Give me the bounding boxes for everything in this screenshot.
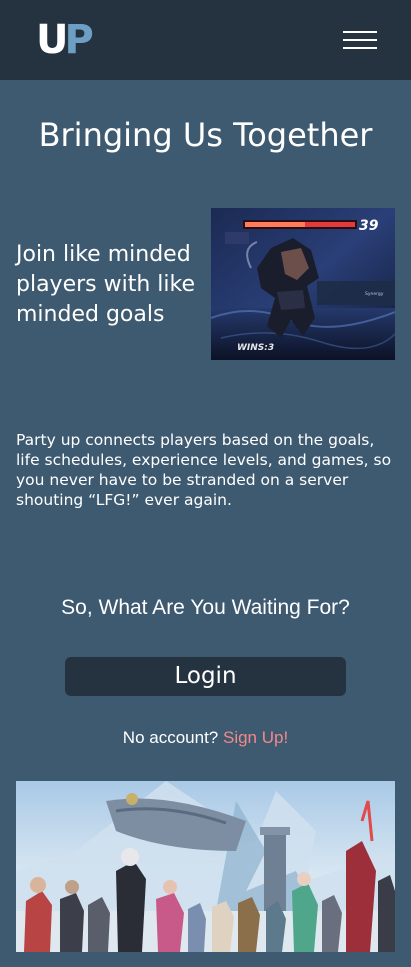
cta-heading: So, What Are You Waiting For? — [61, 596, 350, 619]
hud-timer: 39 — [359, 218, 379, 234]
logo-letter-p: P — [64, 17, 93, 63]
menu-line — [343, 39, 377, 41]
menu-line — [343, 31, 377, 33]
menu-line — [343, 47, 377, 49]
hamburger-menu-icon[interactable] — [343, 29, 378, 51]
hud-panel-text: Synergy — [365, 291, 384, 297]
fighting-game-image: 39 Synergy WINS:3 — [211, 208, 395, 360]
hud-wins-label: WINS:3 — [237, 343, 274, 353]
login-button[interactable]: Login — [65, 657, 346, 696]
page-title: Bringing Us Together — [38, 116, 373, 154]
top-nav-bar: UP — [0, 0, 411, 80]
description-text: Party up connects players based on the g… — [16, 431, 392, 509]
fighting-game-screenshot: 39 Synergy WINS:3 — [211, 208, 395, 360]
game-group-image — [16, 781, 395, 952]
no-account-text: No account? — [122, 728, 219, 747]
game-group-artwork — [16, 781, 395, 952]
join-text: Join like minded players with like minde… — [16, 242, 195, 327]
partyup-logo[interactable]: UP — [36, 17, 94, 63]
logo-letter-u: U — [36, 17, 69, 63]
no-account-line: No account? Sign Up! — [0, 726, 411, 750]
signup-link[interactable]: Sign Up! — [223, 728, 288, 747]
